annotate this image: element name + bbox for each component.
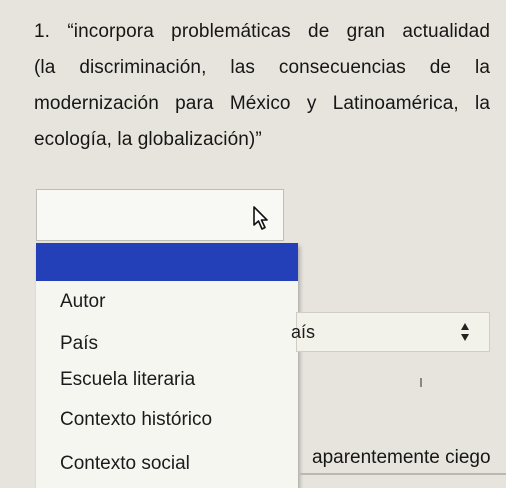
question-line-4: ecología, la globalización)” — [34, 129, 262, 150]
question-line-1: 1. “incorpora problemáticas de gran actu… — [34, 21, 490, 42]
option-contexto-historico[interactable]: Contexto histórico — [60, 409, 212, 431]
option-pais[interactable]: País — [60, 333, 98, 355]
option-escuela-literaria[interactable]: Escuela literaria — [60, 369, 195, 391]
second-select-value: aís — [291, 322, 316, 342]
option-autor[interactable]: Autor — [60, 291, 105, 313]
question-trailing-text: aparentemente ciego — [312, 447, 491, 468]
dropdown-list[interactable]: Autor País Escuela literaria Contexto hi… — [36, 243, 298, 488]
answer-select[interactable] — [36, 189, 284, 241]
question-line-2: (la discriminación, las consecuencias de… — [34, 57, 490, 78]
second-select[interactable]: aís — [291, 312, 490, 352]
question-text: 1. “incorpora problemáticas de gran actu… — [34, 14, 490, 158]
text-caret — [420, 378, 422, 387]
dropdown-highlighted-option[interactable] — [36, 243, 298, 281]
up-down-arrows-icon — [461, 323, 469, 341]
question-line-3: modernización para México y Latinoaméric… — [34, 93, 490, 114]
option-contexto-social[interactable]: Contexto social — [60, 453, 190, 475]
mouse-pointer-icon — [253, 206, 268, 230]
answer-underline — [300, 473, 506, 475]
